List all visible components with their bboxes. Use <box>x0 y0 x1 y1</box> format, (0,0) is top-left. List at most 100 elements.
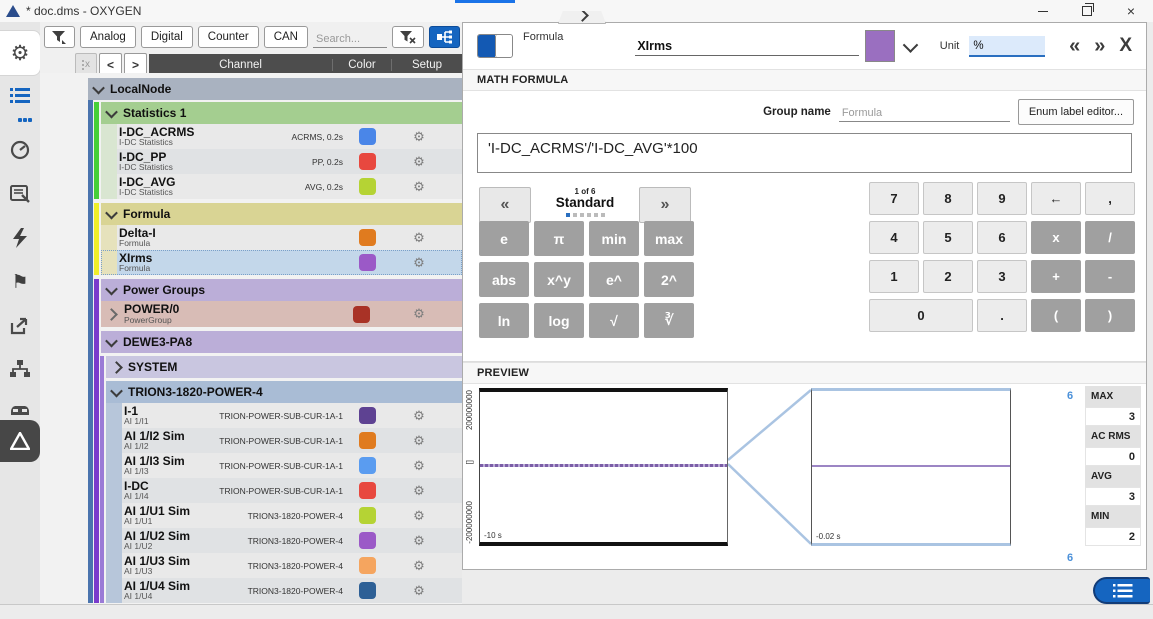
channel-color-swatch[interactable] <box>353 306 370 323</box>
tree-node-localnode[interactable]: LocalNode <box>88 78 462 100</box>
close-editor-button[interactable]: X <box>1119 35 1132 57</box>
tree-group-formula[interactable]: Formula <box>101 203 462 225</box>
key-6[interactable]: 6 <box>977 221 1027 254</box>
channel-row-power-group[interactable]: POWER/0 PowerGroup ⚙ <box>101 301 462 327</box>
channel-tree-view-button[interactable] <box>429 26 460 48</box>
chevron-down-icon[interactable] <box>110 384 123 397</box>
key-e[interactable]: e <box>479 221 529 256</box>
key-8[interactable]: 8 <box>923 182 973 215</box>
sidebar-item-power[interactable] <box>0 218 40 258</box>
key-9[interactable]: 9 <box>977 182 1027 215</box>
channel-row[interactable]: AI 1/U3 Sim AI 1/U3 TRION3-1820-POWER-4 … <box>106 553 462 578</box>
channel-row[interactable]: I-1 AI 1/I1 TRION-POWER-SUB-CUR-1A-1 ⚙ <box>106 403 462 428</box>
search-input[interactable] <box>313 31 387 48</box>
gear-icon[interactable]: ⚙ <box>376 458 462 474</box>
channel-row[interactable]: I-DC AI 1/I4 TRION-POWER-SUB-CUR-1A-1 ⚙ <box>106 478 462 503</box>
formula-expression-input[interactable]: 'I-DC_ACRMS'/'I-DC_AVG'*100 <box>477 133 1132 173</box>
gear-icon[interactable]: ⚙ <box>376 306 462 322</box>
channel-active-toggle[interactable] <box>477 34 513 58</box>
gear-icon[interactable]: ⚙ <box>376 230 462 246</box>
key-plus[interactable]: + <box>1031 260 1081 293</box>
key-5[interactable]: 5 <box>923 221 973 254</box>
gear-icon[interactable]: ⚙ <box>376 508 462 524</box>
key-comma[interactable]: , <box>1085 182 1135 215</box>
sidebar-item-settings[interactable]: ⚙ <box>0 30 41 76</box>
channel-color-swatch[interactable] <box>359 128 376 145</box>
gear-icon[interactable]: ⚙ <box>376 433 462 449</box>
channel-row-selected[interactable]: XIrms Formula ⚙ <box>101 250 462 275</box>
gear-icon[interactable]: ⚙ <box>376 483 462 499</box>
key-4[interactable]: 4 <box>869 221 919 254</box>
keyboard-prev-page-button[interactable]: « <box>479 187 531 223</box>
channel-color-swatch[interactable] <box>359 557 376 574</box>
key-2[interactable]: 2 <box>923 260 973 293</box>
channel-row[interactable]: I-DC_PP I-DC Statistics PP, 0.2s ⚙ <box>101 149 462 174</box>
tree-group-dewe3-pa8[interactable]: DEWE3-PA8 <box>101 331 462 353</box>
keyboard-next-page-button[interactable]: » <box>639 187 691 223</box>
gear-icon[interactable]: ⚙ <box>376 583 462 599</box>
channel-color-swatch[interactable] <box>359 532 376 549</box>
key-7[interactable]: 7 <box>869 182 919 215</box>
key-3[interactable]: 3 <box>977 260 1027 293</box>
key-min[interactable]: min <box>589 221 639 256</box>
channel-row[interactable]: Delta-I Formula ⚙ <box>101 225 462 250</box>
channel-color-swatch[interactable] <box>359 582 376 599</box>
key-pow2[interactable]: 2^ <box>644 262 694 297</box>
previous-channel-button[interactable]: « <box>1069 36 1080 56</box>
key-decimal[interactable]: . <box>977 299 1027 332</box>
channel-list-fab-button[interactable] <box>1093 577 1150 604</box>
chevron-down-icon[interactable] <box>105 206 118 219</box>
channel-color-swatch[interactable] <box>359 507 376 524</box>
channel-name-input[interactable] <box>635 37 858 56</box>
channel-row[interactable]: AI 1/U1 Sim AI 1/U1 TRION3-1820-POWER-4 … <box>106 503 462 528</box>
sidebar-item-events[interactable]: ⚑ <box>0 262 40 302</box>
sidebar-item-reporting[interactable] <box>0 174 40 214</box>
tree-group-statistics[interactable]: Statistics 1 <box>101 102 462 124</box>
gear-icon[interactable]: ⚙ <box>376 558 462 574</box>
chevron-down-icon[interactable] <box>903 37 919 53</box>
tree-group-power-groups[interactable]: Power Groups <box>101 279 462 301</box>
filter-digital-button[interactable]: Digital <box>141 26 193 48</box>
channel-color-swatch[interactable] <box>359 457 376 474</box>
key-ln[interactable]: ln <box>479 303 529 338</box>
gear-icon[interactable]: ⚙ <box>376 408 462 424</box>
group-name-input[interactable] <box>839 105 1010 122</box>
filter-can-button[interactable]: CAN <box>264 26 308 48</box>
key-1[interactable]: 1 <box>869 260 919 293</box>
sidebar-item-channel-list[interactable] <box>0 76 40 116</box>
key-0[interactable]: 0 <box>869 299 973 332</box>
chevron-down-icon[interactable] <box>105 282 118 295</box>
chevron-down-icon[interactable] <box>92 81 105 94</box>
channel-color-swatch[interactable] <box>359 229 376 246</box>
restore-button[interactable] <box>1065 0 1109 22</box>
filter-button[interactable] <box>44 26 75 48</box>
chevron-right-icon[interactable] <box>110 361 123 374</box>
minimize-button[interactable] <box>1021 0 1065 22</box>
column-channel[interactable]: Channel <box>149 59 332 71</box>
gear-icon[interactable]: ⚙ <box>376 154 462 170</box>
unit-input[interactable] <box>969 37 1053 55</box>
channel-row[interactable]: I-DC_AVG I-DC Statistics AVG, 0.2s ⚙ <box>101 174 462 199</box>
next-channel-button[interactable]: » <box>1094 36 1105 56</box>
key-divide[interactable]: / <box>1085 221 1135 254</box>
panel-collapse-tab[interactable] <box>558 11 606 24</box>
channel-color-swatch[interactable] <box>359 254 376 271</box>
chevron-down-icon[interactable] <box>105 334 118 347</box>
sidebar-item-oxygen-logo[interactable] <box>0 420 40 462</box>
sidebar-item-sync[interactable] <box>0 349 40 389</box>
key-power[interactable]: x^y <box>534 262 584 297</box>
enum-label-editor-button[interactable]: Enum label editor... <box>1018 99 1134 125</box>
channel-color-swatch[interactable] <box>359 432 376 449</box>
gear-icon[interactable]: ⚙ <box>376 533 462 549</box>
column-setup[interactable]: Setup <box>391 59 462 71</box>
channel-color-swatch[interactable] <box>359 407 376 424</box>
key-cbrt[interactable]: ∛ <box>644 303 694 338</box>
gear-icon[interactable]: ⚙ <box>376 255 462 271</box>
channel-row[interactable]: AI 1/I3 Sim AI 1/I3 TRION-POWER-SUB-CUR-… <box>106 453 462 478</box>
channel-row[interactable]: I-DC_ACRMS I-DC Statistics ACRMS, 0.2s ⚙ <box>101 124 462 149</box>
key-exp[interactable]: e^ <box>589 262 639 297</box>
key-backspace[interactable]: ← <box>1031 182 1081 215</box>
sidebar-item-export[interactable] <box>0 306 40 346</box>
close-button[interactable]: × <box>1109 0 1153 22</box>
channel-color-swatch[interactable] <box>359 153 376 170</box>
